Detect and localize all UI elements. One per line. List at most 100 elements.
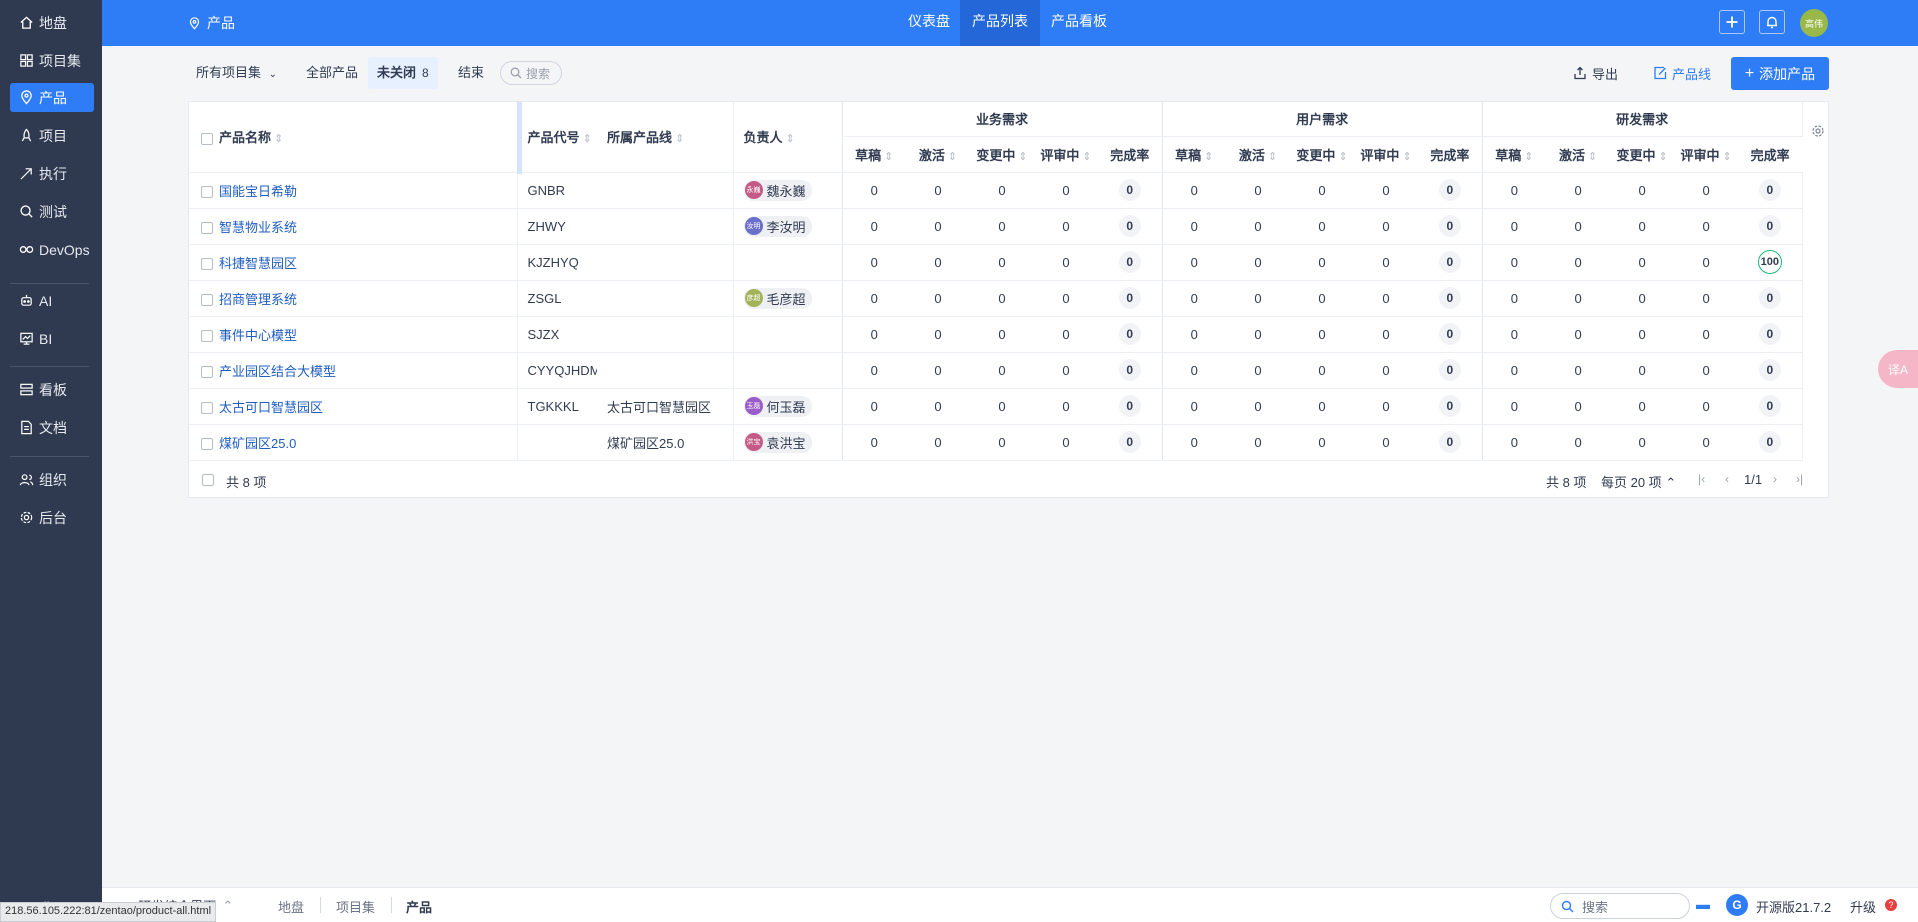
col-owner-header[interactable]: 负责人 — [732, 102, 842, 173]
owner-chip[interactable]: 洪宝 袁洪宝 — [743, 431, 812, 453]
product-name-link[interactable]: 招商管理系统 — [219, 292, 297, 307]
column-resize-handle[interactable] — [517, 102, 522, 174]
export-button[interactable]: 导出 — [1573, 57, 1618, 89]
notification-button[interactable] — [1759, 10, 1785, 34]
sidebar-item-admin[interactable]: 后台 — [10, 503, 94, 532]
toolbar: 所有项目集 ⌄ 全部产品 未关闭 8 结束 搜索 导出 产品线 + 添加产品 — [188, 57, 1829, 90]
row-checkbox[interactable] — [201, 402, 213, 415]
avatar: 玉磊 — [744, 397, 763, 415]
user-avatar[interactable]: 高伟 — [1800, 9, 1828, 37]
version-label[interactable]: 开源版21.7.2 — [1756, 897, 1831, 916]
product-name-link[interactable]: 事件中心模型 — [219, 328, 297, 343]
col-line-header[interactable]: 所属产品线 — [597, 102, 733, 173]
product-name-link[interactable]: 国能宝日希勒 — [219, 184, 297, 199]
chat-icon[interactable]: ▬ — [1696, 896, 1710, 912]
global-search-input[interactable]: 搜索 — [1550, 893, 1690, 919]
row-checkbox[interactable] — [201, 366, 213, 379]
col-code-header[interactable]: 产品代号 — [517, 102, 597, 173]
breadcrumb-dashboard[interactable]: 地盘 — [278, 897, 304, 916]
col-subheader[interactable]: 评审中 — [1674, 136, 1739, 173]
table-row[interactable]: 招商管理系统 ZSGL 彦超 毛彦超 0 0 0 0 0 0 0 0 0 0 0 0 0 0 0 — [189, 280, 1803, 317]
row-checkbox[interactable] — [201, 258, 213, 271]
product-line-button[interactable]: 产品线 — [1653, 57, 1711, 89]
col-subheader[interactable]: 激活 — [906, 136, 970, 173]
sidebar-item-doc[interactable]: 文档 — [10, 413, 94, 442]
col-subheader[interactable]: 评审中 — [1354, 136, 1419, 173]
owner-chip[interactable]: 玉磊 何玉磊 — [743, 395, 812, 417]
per-page-select[interactable]: 每页 20 项 ⌃ — [1601, 472, 1676, 491]
program-select[interactable]: 所有项目集 ⌄ — [196, 57, 277, 89]
col-subheader[interactable]: 激活 — [1546, 136, 1611, 173]
sidebar-item-org[interactable]: 组织 — [10, 465, 94, 494]
search-button[interactable]: 搜索 — [500, 61, 562, 85]
upgrade-link[interactable]: 升级 — [1850, 897, 1876, 916]
sidebar-item-product[interactable]: 产品 — [10, 83, 94, 112]
last-page-icon[interactable]: ›| — [1796, 472, 1803, 486]
add-product-button[interactable]: + 添加产品 — [1731, 57, 1829, 90]
create-button[interactable] — [1719, 10, 1745, 34]
col-subheader-label: 完成率 — [1750, 147, 1790, 163]
col-subheader[interactable]: 评审中 — [1034, 136, 1098, 173]
product-name-link[interactable]: 产业园区结合大模型 — [219, 364, 336, 379]
col-subheader[interactable]: 完成率 — [1418, 136, 1483, 173]
tab-product-kanban[interactable]: 产品看板 — [1039, 0, 1119, 46]
next-page-icon[interactable]: › — [1773, 472, 1777, 486]
row-checkbox[interactable] — [201, 294, 213, 307]
cell-count: 0 — [1354, 208, 1419, 245]
col-subheader[interactable]: 变更中 — [970, 136, 1034, 173]
breadcrumb-product[interactable]: 产品 — [406, 897, 432, 916]
select-all-footer-checkbox[interactable] — [202, 474, 214, 486]
cell-count: 0 — [1481, 208, 1547, 245]
row-checkbox[interactable] — [201, 438, 213, 451]
sidebar-item-ai[interactable]: AI — [10, 286, 94, 315]
sidebar-item-project[interactable]: 项目 — [10, 121, 94, 150]
col-name-header[interactable]: 产品名称 — [189, 102, 518, 173]
row-checkbox[interactable] — [201, 330, 213, 343]
col-subheader[interactable]: 激活 — [1226, 136, 1291, 173]
product-name-link[interactable]: 智慧物业系统 — [219, 220, 297, 235]
sidebar-item-test[interactable]: 测试 — [10, 197, 94, 226]
table-row[interactable]: 事件中心模型 SJZX 0 0 0 0 0 0 0 0 0 0 0 0 0 0 0 — [189, 316, 1803, 353]
col-subheader[interactable]: 变更中 — [1290, 136, 1355, 173]
product-name-link[interactable]: 科捷智慧园区 — [219, 256, 297, 271]
column-settings-icon[interactable] — [1811, 124, 1825, 138]
breadcrumb-program[interactable]: 项目集 — [336, 897, 375, 916]
col-name-label: 产品名称 — [219, 130, 283, 145]
first-page-icon[interactable]: |‹ — [1698, 472, 1705, 486]
tab-product-list[interactable]: 产品列表 — [960, 0, 1040, 46]
table-row[interactable]: 智慧物业系统 ZHWY 汝明 李汝明 0 0 0 0 0 0 0 0 0 0 0 0 0 0 0 — [189, 208, 1803, 245]
table-row[interactable]: 科捷智慧园区 KJZHYQ 0 0 0 0 0 0 0 0 0 0 0 0 0 0 100 — [189, 244, 1803, 281]
col-subheader[interactable]: 完成率 — [1738, 136, 1803, 173]
col-subheader[interactable]: 草稿 — [1161, 136, 1227, 173]
sidebar-item-bi[interactable]: BI — [10, 324, 94, 353]
table-row[interactable]: 太古可口智慧园区 TGKKKL 太古可口智慧园区 玉磊 何玉磊 0 0 0 0 0 0 0 0 0 0 0 0 0… — [189, 388, 1803, 425]
owner-chip[interactable]: 永巍 魏永巍 — [743, 179, 812, 201]
row-checkbox[interactable] — [201, 186, 213, 199]
product-name-link[interactable]: 太古可口智慧园区 — [219, 400, 323, 415]
owner-chip[interactable]: 彦超 毛彦超 — [743, 287, 812, 309]
owner-chip[interactable]: 汝明 李汝明 — [743, 215, 812, 237]
col-subheader[interactable]: 草稿 — [1481, 136, 1547, 173]
sidebar-item-label: AI — [39, 292, 53, 309]
col-subheader[interactable]: 变更中 — [1610, 136, 1675, 173]
col-subheader[interactable]: 草稿 — [841, 136, 906, 173]
table-row[interactable]: 国能宝日希勒 GNBR 永巍 魏永巍 0 0 0 0 0 0 0 0 0 0 0 0 0 0 0 — [189, 172, 1803, 209]
row-checkbox[interactable] — [201, 222, 213, 235]
cell-completion-rate: 0 — [1098, 424, 1163, 461]
table-row[interactable]: 煤矿园区25.0 煤矿园区25.0 洪宝 袁洪宝 0 0 0 0 0 0 0 0 0 0 0 0 0 0 0 — [189, 424, 1803, 461]
sidebar-item-program[interactable]: 项目集 — [10, 46, 94, 75]
col-subheader[interactable]: 完成率 — [1098, 136, 1163, 173]
product-name-link[interactable]: 煤矿园区25.0 — [219, 436, 296, 451]
select-all-checkbox[interactable] — [201, 132, 213, 145]
tab-dashboard[interactable]: 仪表盘 — [896, 0, 962, 46]
filter-all-products[interactable]: 全部产品 — [306, 57, 358, 89]
filter-unclosed[interactable]: 未关闭 8 — [368, 57, 438, 89]
table-row[interactable]: 产业园区结合大模型 CYYQJHDM 0 0 0 0 0 0 0 0 0 0 0 0 0 0 0 — [189, 352, 1803, 389]
sidebar-item-dashboard[interactable]: 地盘 — [10, 8, 94, 37]
prev-page-icon[interactable]: ‹ — [1725, 472, 1729, 486]
filter-closed[interactable]: 结束 — [458, 57, 484, 89]
sidebar-item-execution[interactable]: 执行 — [10, 159, 94, 188]
sidebar-item-kanban[interactable]: 看板 — [10, 375, 94, 404]
translate-icon[interactable]: 译A — [1878, 350, 1918, 388]
sidebar-item-devops[interactable]: DevOps — [10, 235, 94, 264]
